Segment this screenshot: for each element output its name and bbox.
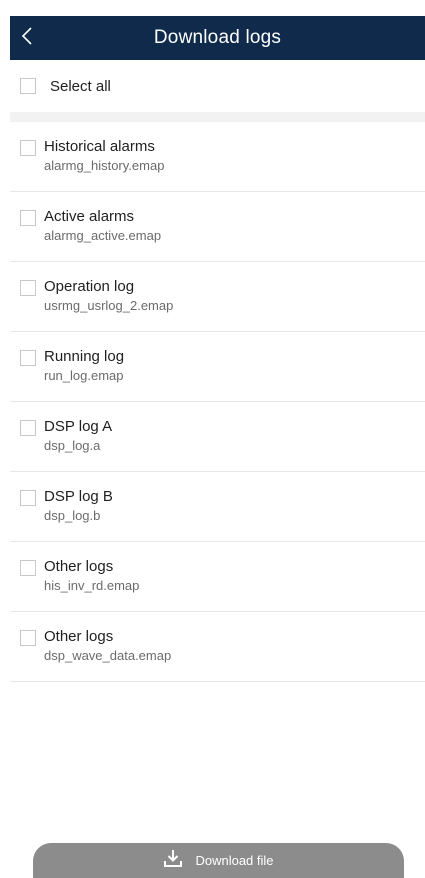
log-checkbox[interactable] <box>20 140 36 156</box>
log-item-dsp-log-a[interactable]: DSP log A dsp_log.a <box>10 402 425 472</box>
chevron-left-icon <box>20 26 34 51</box>
log-checkbox[interactable] <box>20 280 36 296</box>
log-name: Historical alarms <box>44 138 155 155</box>
log-item-active-alarms[interactable]: Active alarms alarmg_active.emap <box>10 192 425 262</box>
log-name: Other logs <box>44 628 114 645</box>
select-all-label: Select all <box>50 77 111 95</box>
download-icon <box>163 848 195 873</box>
back-button[interactable] <box>20 16 56 60</box>
download-button-label: Download file <box>195 853 274 868</box>
status-bar <box>0 0 425 16</box>
log-name: Other logs <box>44 558 114 575</box>
page-title: Download logs <box>153 27 282 48</box>
log-name: Active alarms <box>44 208 135 225</box>
log-checkbox[interactable] <box>20 490 36 506</box>
select-all-checkbox[interactable] <box>20 78 36 94</box>
log-filename: alarmg_active.emap <box>44 228 162 243</box>
log-filename: dsp_log.a <box>44 438 101 453</box>
log-filename: his_inv_rd.emap <box>44 578 140 593</box>
log-checkbox[interactable] <box>20 630 36 646</box>
log-item-operation-log[interactable]: Operation log usrmg_usrlog_2.emap <box>10 262 425 332</box>
log-filename: dsp_wave_data.emap <box>44 648 172 663</box>
log-list: Historical alarms alarmg_history.emap Ac… <box>10 122 425 682</box>
log-name: Running log <box>44 348 125 365</box>
log-name: DSP log B <box>44 488 113 505</box>
download-file-button[interactable]: Download file <box>33 843 404 878</box>
log-filename: usrmg_usrlog_2.emap <box>44 298 174 313</box>
log-filename: dsp_log.b <box>44 508 101 523</box>
log-item-historical-alarms[interactable]: Historical alarms alarmg_history.emap <box>10 122 425 192</box>
log-filename: alarmg_history.emap <box>44 158 165 173</box>
log-item-dsp-log-b[interactable]: DSP log B dsp_log.b <box>10 472 425 542</box>
log-name: DSP log A <box>44 418 113 435</box>
log-item-running-log[interactable]: Running log run_log.emap <box>10 332 425 402</box>
log-checkbox[interactable] <box>20 420 36 436</box>
log-item-other-logs-2[interactable]: Other logs dsp_wave_data.emap <box>10 612 425 682</box>
log-checkbox[interactable] <box>20 350 36 366</box>
app-header: Download logs <box>10 16 425 60</box>
section-divider <box>10 112 425 122</box>
log-checkbox[interactable] <box>20 210 36 226</box>
log-name: Operation log <box>44 278 135 295</box>
log-filename: run_log.emap <box>44 368 124 383</box>
log-checkbox[interactable] <box>20 560 36 576</box>
log-item-other-logs-1[interactable]: Other logs his_inv_rd.emap <box>10 542 425 612</box>
select-all-row[interactable]: Select all <box>10 60 425 112</box>
